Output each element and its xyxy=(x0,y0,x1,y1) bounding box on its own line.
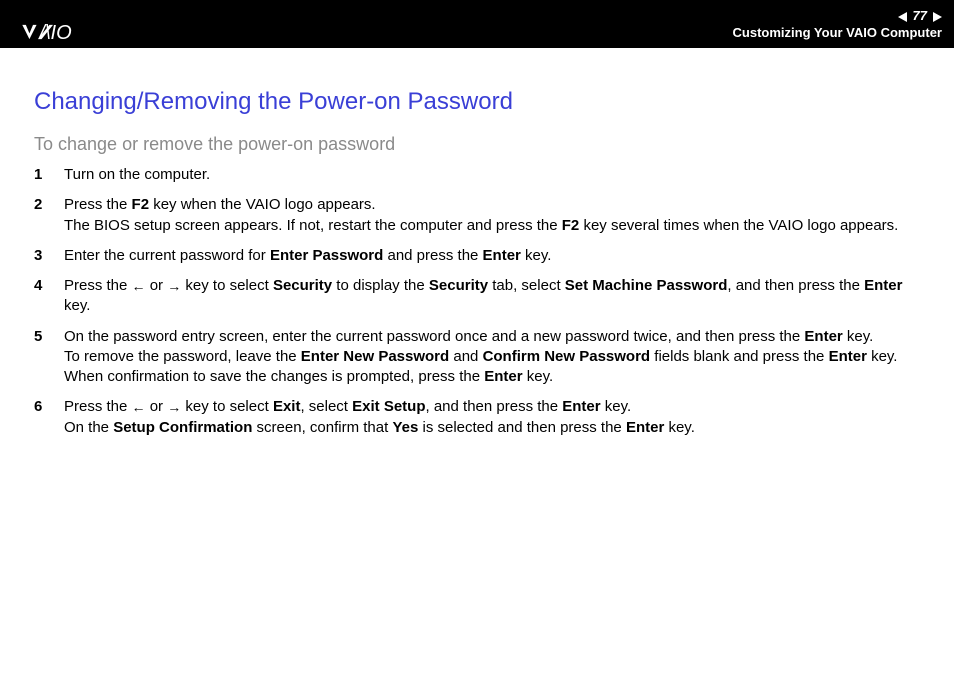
page-title: Changing/Removing the Power-on Password xyxy=(34,88,920,116)
page-content: Changing/Removing the Power-on Password … xyxy=(0,48,954,468)
steps-list: 1 Turn on the computer. 2 Press the F2 key … xyxy=(34,165,920,438)
step-number: 5 xyxy=(34,327,46,388)
next-page-icon[interactable] xyxy=(933,12,942,22)
step-body: Turn on the computer. xyxy=(64,165,920,185)
prev-page-icon[interactable] xyxy=(898,12,907,22)
breadcrumb: Customizing Your VAIO Computer xyxy=(733,25,942,42)
step-number: 4 xyxy=(34,276,46,317)
step-body: On the password entry screen, enter the … xyxy=(64,327,920,388)
page-subtitle: To change or remove the power-on passwor… xyxy=(34,134,920,155)
step-number: 2 xyxy=(34,195,46,236)
step-item: 6 Press the ← or → key to select Exit, se… xyxy=(34,397,920,438)
step-number: 3 xyxy=(34,246,46,266)
step-item: 3 Enter the current password for Enter Pa… xyxy=(34,246,920,266)
step-item: 2 Press the F2 key when the VAIO logo app… xyxy=(34,195,920,236)
step-item: 5 On the password entry screen, enter the… xyxy=(34,327,920,388)
page-navigation: 77 xyxy=(733,8,942,25)
vaio-logo: /\IO xyxy=(18,22,138,42)
page-number: 77 xyxy=(913,8,927,25)
step-body: Press the ← or → key to select Exit, sel… xyxy=(64,397,920,438)
step-number: 6 xyxy=(34,397,46,438)
step-item: 4 Press the ← or → key to select Security… xyxy=(34,276,920,317)
step-item: 1 Turn on the computer. xyxy=(34,165,920,185)
svg-text:/\IO: /\IO xyxy=(37,22,71,42)
step-body: Press the ← or → key to select Security … xyxy=(64,276,920,317)
step-body: Enter the current password for Enter Pas… xyxy=(64,246,920,266)
page-header: /\IO 77 Customizing Your VAIO Computer xyxy=(0,0,954,48)
step-body: Press the F2 key when the VAIO logo appe… xyxy=(64,195,920,236)
step-number: 1 xyxy=(34,165,46,185)
